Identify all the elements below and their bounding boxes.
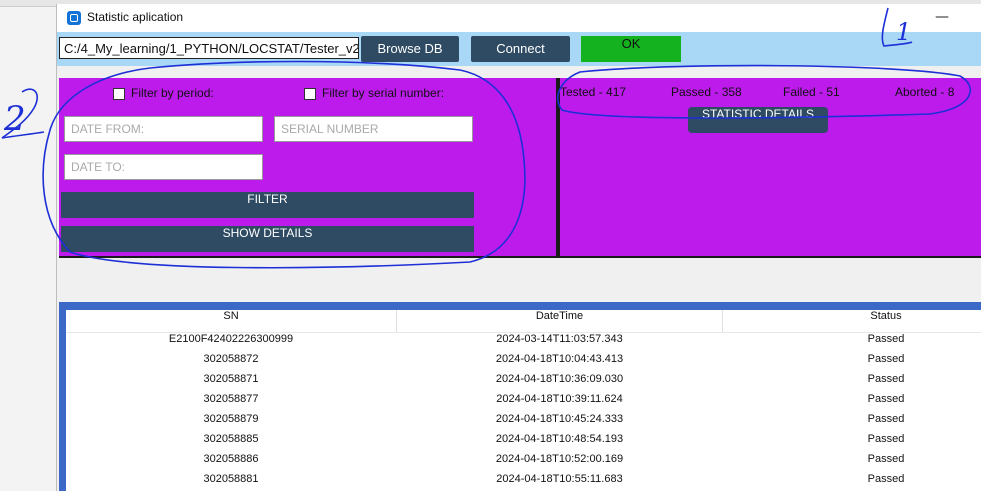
cell-sn: 302058871 <box>203 373 259 385</box>
browse-db-button[interactable]: Browse DB <box>361 36 459 62</box>
connection-toolbar: Browse DB Connect OK <box>57 32 981 66</box>
cell-datetime: 2024-04-18T10:48:54.193 <box>495 433 624 445</box>
minimize-icon[interactable]: — <box>927 10 957 26</box>
cell-datetime: 2024-04-18T10:45:24.333 <box>495 413 624 425</box>
date-to-input[interactable] <box>64 154 263 180</box>
passed-count: Passed - 358 <box>671 85 742 99</box>
table-row[interactable]: 302058881 2024-04-18T10:55:11.683 Passed <box>66 473 981 491</box>
cell-status: Passed <box>867 473 905 485</box>
cell-datetime: 2024-04-18T10:52:00.169 <box>495 453 624 465</box>
app-icon <box>67 11 81 25</box>
db-path-input[interactable] <box>59 37 359 59</box>
filter-by-period-label: Filter by period: <box>131 86 214 100</box>
cell-sn: 302058872 <box>203 353 259 365</box>
cell-sn: 302058879 <box>203 413 259 425</box>
cell-status: Passed <box>867 393 905 405</box>
title-bar: Statistic aplication — <box>57 4 981 32</box>
results-table-frame: SN DateTime Status E2100F42402226300999 … <box>59 302 981 491</box>
show-details-button[interactable]: SHOW DETAILS <box>61 226 474 252</box>
app-window: Statistic aplication — Browse DB Connect… <box>56 4 981 491</box>
failed-count: Failed - 51 <box>783 85 840 99</box>
statistics-panel: Tested - 417 Passed - 358 Failed - 51 Ab… <box>558 78 981 258</box>
cell-status: Passed <box>867 333 905 345</box>
table-row[interactable]: 302058872 2024-04-18T10:04:43.413 Passed <box>66 353 981 373</box>
spacer <box>57 66 981 78</box>
tested-count: Tested - 417 <box>560 85 627 99</box>
filter-panel: Filter by period: Filter by serial numbe… <box>59 78 558 258</box>
cell-datetime: 2024-04-18T10:36:09.030 <box>495 373 624 385</box>
filter-button[interactable]: FILTER <box>61 192 474 218</box>
column-header-status[interactable]: Status <box>723 310 981 332</box>
filter-by-period-checkbox[interactable] <box>113 88 125 100</box>
filter-by-serial-label: Filter by serial number: <box>322 86 445 100</box>
table-row[interactable]: 302058885 2024-04-18T10:48:54.193 Passed <box>66 433 981 453</box>
cell-status: Passed <box>867 373 905 385</box>
cell-sn: 302058877 <box>203 393 259 405</box>
serial-number-input[interactable] <box>274 116 473 142</box>
cell-datetime: 2024-04-18T10:04:43.413 <box>495 353 624 365</box>
column-header-datetime[interactable]: DateTime <box>397 310 722 332</box>
cell-sn: 302058885 <box>203 433 259 445</box>
connection-status-indicator: OK <box>581 36 681 62</box>
column-header-sn[interactable]: SN <box>66 310 396 332</box>
table-row[interactable]: 302058886 2024-04-18T10:52:00.169 Passed <box>66 453 981 473</box>
cell-status: Passed <box>867 413 905 425</box>
filter-by-serial-checkbox[interactable] <box>304 88 316 100</box>
cell-status: Passed <box>867 433 905 445</box>
cell-sn: E2100F42402226300999 <box>168 333 294 345</box>
date-from-input[interactable] <box>64 116 263 142</box>
table-row[interactable]: 302058879 2024-04-18T10:45:24.333 Passed <box>66 413 981 433</box>
cell-status: Passed <box>867 453 905 465</box>
table-row[interactable]: E2100F42402226300999 2024-03-14T11:03:57… <box>66 333 981 353</box>
cell-sn: 302058886 <box>203 453 259 465</box>
connect-button[interactable]: Connect <box>471 36 570 62</box>
results-table[interactable]: SN DateTime Status E2100F42402226300999 … <box>66 310 981 491</box>
cell-status: Passed <box>867 353 905 365</box>
statistic-details-button[interactable]: STATISTIC DETAILS <box>688 107 828 133</box>
table-row[interactable]: 302058871 2024-04-18T10:36:09.030 Passed <box>66 373 981 393</box>
cell-sn: 302058881 <box>203 473 259 485</box>
table-row[interactable]: 302058877 2024-04-18T10:39:11.624 Passed <box>66 393 981 413</box>
cell-datetime: 2024-03-14T11:03:57.343 <box>496 333 623 345</box>
cell-datetime: 2024-04-18T10:39:11.624 <box>496 393 623 405</box>
window-title: Statistic aplication <box>87 10 184 24</box>
cell-datetime: 2024-04-18T10:55:11.683 <box>496 473 623 485</box>
aborted-count: Aborted - 8 <box>895 85 955 99</box>
table-header: SN DateTime Status <box>66 310 981 333</box>
